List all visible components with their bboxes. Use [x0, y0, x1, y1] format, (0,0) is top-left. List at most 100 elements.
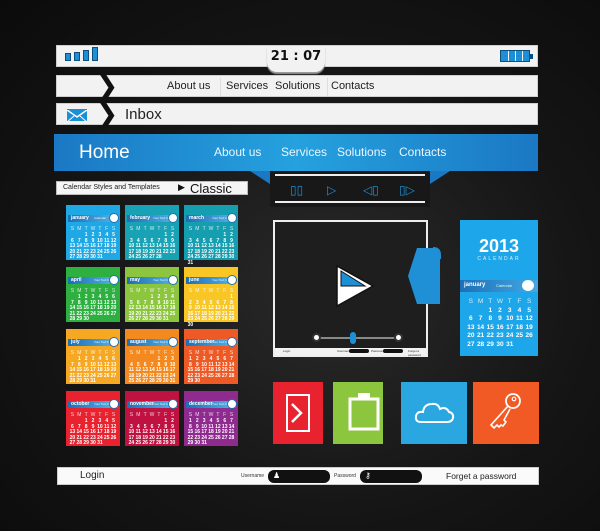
- calendar-day[interactable]: 18: [515, 324, 525, 333]
- previous-icon[interactable]: ◁▯: [363, 183, 379, 197]
- calendar-day[interactable]: 26: [524, 332, 534, 341]
- calendar-day[interactable]: 27: [142, 378, 149, 385]
- calendar-day[interactable]: 31: [169, 378, 176, 385]
- calendar-day[interactable]: 28: [69, 378, 76, 385]
- home-nav-contacts[interactable]: Contacts: [399, 145, 446, 159]
- calendar-day[interactable]: 30: [83, 378, 90, 385]
- calendar-day[interactable]: 31: [162, 316, 169, 323]
- calendar-day[interactable]: 28: [76, 440, 83, 447]
- calendar-day[interactable]: 28: [149, 378, 156, 385]
- forgot-password-link[interactable]: Forget a password: [446, 471, 516, 481]
- calendar-day[interactable]: 16: [495, 324, 505, 333]
- calendar-day[interactable]: 29: [228, 316, 235, 323]
- calendar-day[interactable]: 14: [476, 324, 486, 333]
- calendar-day[interactable]: 24: [505, 332, 515, 341]
- calendar-day[interactable]: 30: [90, 440, 97, 447]
- calendar-day[interactable]: 27: [69, 254, 76, 261]
- calendar-day[interactable]: 28: [228, 435, 235, 442]
- arrow-tile[interactable]: [273, 382, 323, 444]
- calendar-march[interactable]: march Your Text here S M T W T F S 1 2 3 4 5 6 7 8 9 10 11 1…: [184, 205, 238, 265]
- play-icon[interactable]: ▷: [327, 183, 336, 197]
- pause-icon[interactable]: ▯▯: [290, 183, 303, 197]
- calendar-day[interactable]: 26: [214, 373, 221, 380]
- calendar-day[interactable]: 29: [162, 440, 169, 447]
- year-calendar-widget[interactable]: 2013 CALENDAR january Calendar SMTWTFS12…: [460, 220, 538, 356]
- calendar-day[interactable]: 30: [155, 316, 162, 323]
- calendar-day[interactable]: 25: [103, 249, 110, 256]
- calendar-day[interactable]: 31: [201, 440, 208, 447]
- calendar-day[interactable]: 26: [103, 311, 110, 318]
- nav-contacts[interactable]: Contacts: [331, 80, 374, 92]
- slider-thumb[interactable]: [349, 332, 356, 344]
- calendar-day[interactable]: 27: [69, 440, 76, 447]
- calendar-april[interactable]: april Your Text here S M T W T F S 1 2 3 4 5 6 7 8 9 10 11 1…: [66, 267, 120, 322]
- calendar-day[interactable]: 29: [83, 440, 90, 447]
- play-icon[interactable]: [335, 264, 375, 308]
- calendar-day[interactable]: 24: [128, 440, 135, 447]
- calendar-day[interactable]: 26: [201, 254, 208, 261]
- calendar-december[interactable]: december Your Text here S M T W T F S 1 2 3 4 5 6 7 8 9 10…: [184, 391, 238, 446]
- calendar-day[interactable]: 28: [221, 316, 228, 323]
- calendar-day[interactable]: 24: [194, 316, 201, 323]
- calendar-day[interactable]: 27: [149, 440, 156, 447]
- calendar-day[interactable]: 9: [495, 315, 505, 324]
- calendar-day[interactable]: 25: [103, 435, 110, 442]
- calendar-day[interactable]: 3: [505, 307, 515, 316]
- clipboard-tile[interactable]: [333, 382, 383, 444]
- calendar-day[interactable]: 25: [194, 254, 201, 261]
- calendar-day[interactable]: 29: [76, 378, 83, 385]
- calendar-day[interactable]: 25: [515, 332, 525, 341]
- calendar-day[interactable]: 25: [208, 373, 215, 380]
- password-input[interactable]: ⚷: [360, 470, 422, 483]
- calendar-day[interactable]: 1: [485, 307, 495, 316]
- calendar-day[interactable]: 11: [515, 315, 525, 324]
- calendar-day[interactable]: 7: [476, 315, 486, 324]
- calendar-day[interactable]: 31: [90, 378, 97, 385]
- calendar-day[interactable]: 26: [142, 440, 149, 447]
- next-icon[interactable]: ▯▷: [399, 183, 415, 197]
- calendar-october[interactable]: october Your Text here S M T W T F S 1 2 3 4 5 6 7 8 9 10 1…: [66, 391, 120, 446]
- calendar-day[interactable]: 27: [149, 254, 156, 261]
- calendar-day[interactable]: 26: [142, 254, 149, 261]
- calendar-day[interactable]: 29: [76, 316, 83, 323]
- calendar-day[interactable]: 29: [83, 254, 90, 261]
- calendar-day[interactable]: 28: [476, 341, 486, 350]
- calendar-day[interactable]: 31: [505, 341, 515, 350]
- calendar-day[interactable]: 29: [187, 378, 194, 385]
- calendar-day[interactable]: 25: [208, 435, 215, 442]
- calendar-january[interactable]: january Calendar S M T W T F S 1 2 3 4 5 6 7 8 9 10 11 12 13 1…: [66, 205, 120, 260]
- home-nav-services[interactable]: Services: [281, 145, 327, 159]
- calendar-day[interactable]: 30: [162, 378, 169, 385]
- calendar-day[interactable]: 26: [135, 378, 142, 385]
- seek-slider[interactable]: [312, 332, 403, 344]
- calendar-day[interactable]: 2: [495, 307, 505, 316]
- calendar-day[interactable]: 10: [505, 315, 515, 324]
- calendar-day[interactable]: 28: [69, 316, 76, 323]
- calendar-day[interactable]: 5: [524, 307, 534, 316]
- calendar-may[interactable]: may Your Text here S M T W T F S 1 2 3 4 5 6 7 8 9 10 11 12 1…: [125, 267, 179, 322]
- mini-username-input[interactable]: [349, 349, 369, 353]
- calendar-day[interactable]: 31: [96, 440, 103, 447]
- calendar-day[interactable]: 24: [201, 373, 208, 380]
- calendar-day[interactable]: 31: [187, 260, 194, 267]
- calendar-day[interactable]: 25: [96, 311, 103, 318]
- calendar-day[interactable]: 27: [135, 316, 142, 323]
- calendar-day[interactable]: 29: [155, 378, 162, 385]
- calendar-day[interactable]: 26: [128, 316, 135, 323]
- calendar-day[interactable]: 28: [214, 254, 221, 261]
- calendar-day[interactable]: 24: [128, 254, 135, 261]
- calendar-day[interactable]: 28: [155, 440, 162, 447]
- nav-solutions[interactable]: Solutions: [275, 80, 320, 92]
- calendar-day[interactable]: 20: [466, 332, 476, 341]
- calendar-september[interactable]: september Your Text here S M T W T F S 1 2 3 4 5 6 7 8 9 1…: [184, 329, 238, 384]
- calendar-day[interactable]: 27: [221, 435, 228, 442]
- calendar-day[interactable]: 17: [505, 324, 515, 333]
- calendar-day[interactable]: 26: [103, 373, 110, 380]
- calendar-day[interactable]: 28: [76, 254, 83, 261]
- side-tab-handle[interactable]: [407, 244, 441, 308]
- calendar-day[interactable]: 27: [208, 254, 215, 261]
- calendar-day[interactable]: 29: [221, 254, 228, 261]
- calendar-day[interactable]: 15: [485, 324, 495, 333]
- calendar-day[interactable]: 25: [128, 378, 135, 385]
- calendar-day[interactable]: 30: [90, 254, 97, 261]
